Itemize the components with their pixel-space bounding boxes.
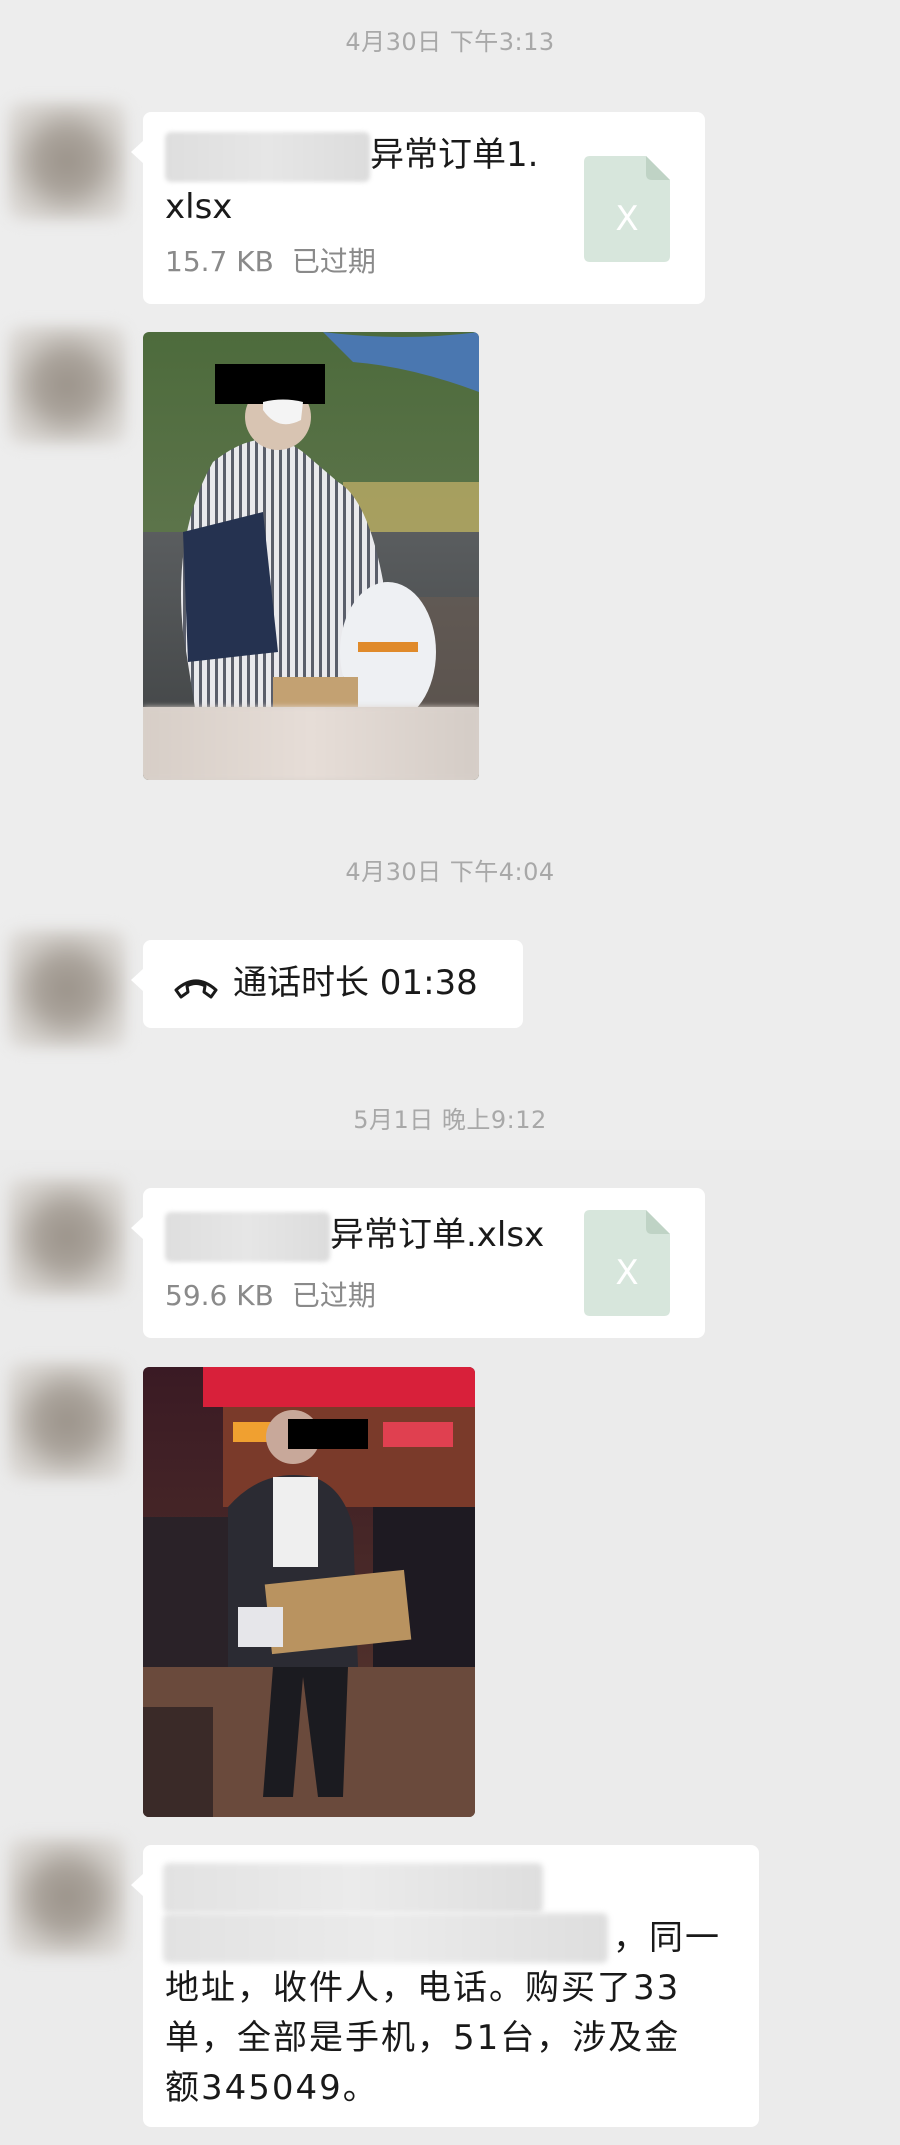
file-name-ext: xlsx <box>165 186 233 227</box>
file-message-bubble[interactable]: 异常订单.xlsx 59.6 KB 已过期 X <box>131 1188 705 1338</box>
photo-message[interactable] <box>143 1367 475 1817</box>
timestamp: 4月30日 下午4:04 <box>345 858 555 886</box>
avatar[interactable] <box>8 1178 126 1296</box>
excel-file-icon: X <box>584 1210 670 1316</box>
message-text-line: ，同一 <box>613 1918 721 1958</box>
svg-text:X: X <box>615 1253 638 1293</box>
message-text-line: 地址，收件人，电话。购买了33 <box>165 1968 681 2008</box>
file-status: 已过期 <box>291 245 376 278</box>
avatar[interactable] <box>8 102 126 220</box>
redacted-text <box>165 1211 330 1262</box>
call-duration-label: 通话时长 01:38 <box>233 963 478 1003</box>
excel-file-icon: X <box>584 156 670 262</box>
photo-message[interactable] <box>143 332 479 780</box>
file-meta: 59.6 KB 已过期 <box>165 1274 376 1314</box>
avatar[interactable] <box>8 1362 126 1480</box>
redacted-text <box>163 1913 608 1963</box>
file-meta: 15.7 KB 已过期 <box>165 240 376 280</box>
file-name: 异常订单.xlsx <box>165 1210 544 1262</box>
file-status: 已过期 <box>291 1279 376 1312</box>
bubble-tail <box>131 1216 144 1240</box>
file-name-text: 异常订单1. <box>370 135 539 175</box>
timestamp: 4月30日 下午3:13 <box>345 28 555 56</box>
call-record-bubble[interactable]: 通话时长 01:38 <box>131 940 523 1028</box>
bubble-tail <box>131 140 144 164</box>
phone-hangup-icon <box>174 979 218 999</box>
avatar[interactable] <box>8 326 126 444</box>
photo-night-person <box>143 1367 475 1817</box>
redacted-caption <box>143 707 479 780</box>
avatar[interactable] <box>8 1838 126 1956</box>
bubble-tail <box>131 968 144 992</box>
text-message-bubble[interactable]: ，同一 地址，收件人，电话。购买了33 单，全部是手机，51台，涉及金 额345… <box>131 1845 759 2127</box>
bubble-tail <box>131 1873 144 1897</box>
message-text-line: 单，全部是手机，51台，涉及金 <box>165 2018 681 2058</box>
redacted-text <box>165 131 370 182</box>
file-message-bubble[interactable]: 异常订单1. xlsx 15.7 KB 已过期 X <box>131 112 705 304</box>
timestamp: 5月1日 晚上9:12 <box>353 1106 547 1134</box>
message-text-line: 额345049。 <box>165 2068 379 2108</box>
redacted-text <box>163 1863 543 1913</box>
avatar[interactable] <box>8 930 126 1048</box>
file-name-text: 异常订单.xlsx <box>330 1215 545 1255</box>
file-size: 15.7 KB <box>165 245 274 278</box>
svg-text:X: X <box>615 199 638 239</box>
file-name: 异常订单1. xlsx <box>165 130 538 232</box>
file-size: 59.6 KB <box>165 1279 274 1312</box>
